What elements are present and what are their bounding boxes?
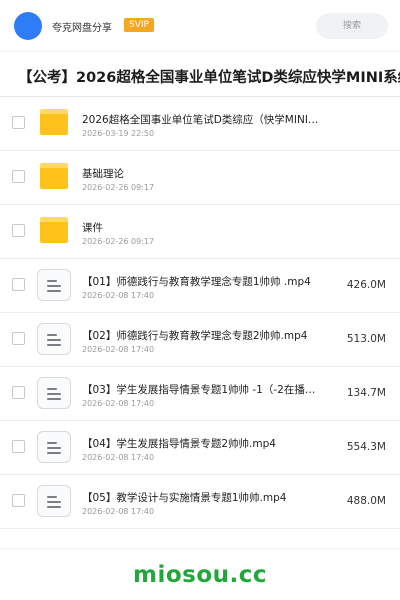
file-checkbox[interactable] xyxy=(12,224,25,237)
file-row[interactable]: 基础理论 2026-02-26 09:17 xyxy=(0,151,400,205)
folder-icon xyxy=(40,163,68,189)
file-checkbox[interactable] xyxy=(12,440,25,453)
file-date: 2026-02-08 17:40 xyxy=(82,399,155,408)
file-row[interactable]: 【04】学生发展指导情景专题2帅帅.mp4 2026-02-08 17:40 554… xyxy=(0,421,400,475)
video-file-icon xyxy=(37,485,71,517)
video-file-icon xyxy=(37,269,71,301)
video-file-icon xyxy=(37,431,71,463)
file-row[interactable]: 课件 2026-02-26 09:17 xyxy=(0,205,400,259)
file-size: 554.3M xyxy=(346,441,386,453)
share-title: 【公考】2026超格全国事业单位笔试D类综应快学MINI系统 xyxy=(18,70,400,86)
file-size: 488.0M xyxy=(346,495,386,507)
file-row[interactable]: 【03】学生发展指导情景专题1帅帅 -1（-2在播… 2026-02-08 17:… xyxy=(0,367,400,421)
file-date: 2026-03-19 22:50 xyxy=(82,129,155,138)
svip-badge: SVIP xyxy=(124,18,154,32)
file-name[interactable]: 【01】师德践行与教育教学理念专题1帅帅 .mp4 xyxy=(82,274,327,289)
file-date: 2026-02-08 17:40 xyxy=(82,507,155,516)
file-row[interactable]: 2026超格全国事业单位笔试D类综应（快学MINI… 2026-03-19 22:… xyxy=(0,97,400,151)
file-size: 426.0M xyxy=(346,279,386,291)
file-name[interactable]: 【05】教学设计与实施情景专题1帅帅.mp4 xyxy=(82,490,327,505)
file-row[interactable]: 【01】师德践行与教育教学理念专题1帅帅 .mp4 2026-02-08 17:4… xyxy=(0,259,400,313)
file-checkbox[interactable] xyxy=(12,386,25,399)
file-size: 134.7M xyxy=(346,387,386,399)
file-row[interactable]: 【02】师德践行与教育教学理念专题2帅帅.mp4 2026-02-08 17:40… xyxy=(0,313,400,367)
file-checkbox[interactable] xyxy=(12,332,25,345)
file-name[interactable]: 【04】学生发展指导情景专题2帅帅.mp4 xyxy=(82,436,327,451)
video-file-icon xyxy=(37,323,71,355)
file-name[interactable]: 基础理论 xyxy=(82,166,327,181)
file-date: 2026-02-26 09:17 xyxy=(82,183,155,192)
file-checkbox[interactable] xyxy=(12,494,25,507)
file-name[interactable]: 【02】师德践行与教育教学理念专题2帅帅.mp4 xyxy=(82,328,327,343)
file-list: 2026超格全国事业单位笔试D类综应（快学MINI… 2026-03-19 22:… xyxy=(0,97,400,529)
file-checkbox[interactable] xyxy=(12,278,25,291)
file-checkbox[interactable] xyxy=(12,116,25,129)
file-date: 2026-02-08 17:40 xyxy=(82,345,155,354)
folder-icon xyxy=(40,217,68,243)
watermark: miosou.cc xyxy=(132,562,268,588)
avatar[interactable] xyxy=(14,12,42,40)
file-date: 2026-02-26 09:17 xyxy=(82,237,155,246)
top-bar: 夸克网盘分享 SVIP 搜索 xyxy=(0,0,400,52)
file-name[interactable]: 课件 xyxy=(82,220,327,235)
brand-name: 夸克网盘分享 xyxy=(52,23,112,34)
file-date: 2026-02-08 17:40 xyxy=(82,453,155,462)
file-name[interactable]: 2026超格全国事业单位笔试D类综应（快学MINI… xyxy=(82,112,327,127)
folder-icon xyxy=(40,109,68,135)
video-file-icon xyxy=(37,377,71,409)
file-row[interactable]: 【05】教学设计与实施情景专题1帅帅.mp4 2026-02-08 17:40 48… xyxy=(0,475,400,529)
divider xyxy=(0,548,400,549)
search-input[interactable]: 搜索 xyxy=(316,13,388,39)
file-checkbox[interactable] xyxy=(12,170,25,183)
file-size: 513.0M xyxy=(346,333,386,345)
file-date: 2026-02-08 17:40 xyxy=(82,291,155,300)
file-name[interactable]: 【03】学生发展指导情景专题1帅帅 -1（-2在播… xyxy=(82,382,327,397)
